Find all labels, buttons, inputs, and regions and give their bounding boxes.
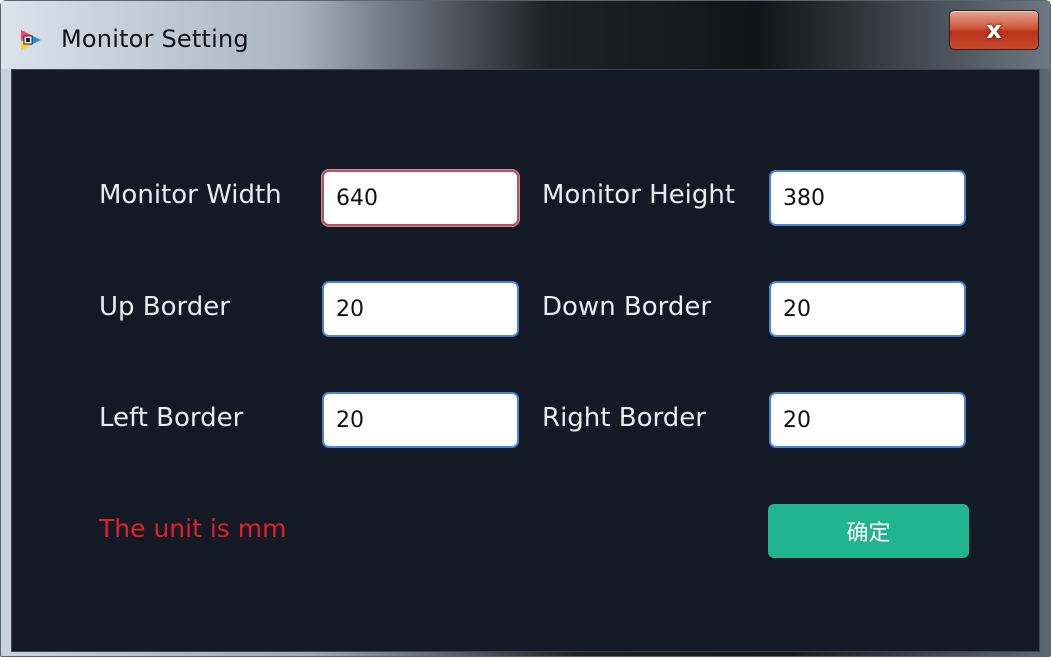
up-border-label: Up Border xyxy=(99,292,230,322)
monitor-height-label: Monitor Height xyxy=(542,180,736,210)
close-icon: x xyxy=(986,16,1002,44)
app-logo-icon xyxy=(21,30,41,50)
left-border-label: Left Border xyxy=(99,403,244,433)
close-button[interactable]: x xyxy=(949,10,1039,50)
monitor-setting-window: Monitor Setting x Monitor Width Monitor … xyxy=(0,0,1051,657)
settings-panel: Monitor Width Monitor Height Up Border D… xyxy=(11,69,1040,652)
down-border-input[interactable] xyxy=(769,281,966,337)
monitor-width-input[interactable] xyxy=(322,170,519,226)
title-bar[interactable]: Monitor Setting x xyxy=(1,1,1050,69)
window-title: Monitor Setting xyxy=(61,25,249,53)
up-border-input[interactable] xyxy=(322,281,519,337)
confirm-button[interactable]: 确定 xyxy=(768,504,969,558)
right-border-label: Right Border xyxy=(542,403,706,433)
right-border-input[interactable] xyxy=(769,392,966,448)
monitor-width-label: Monitor Width xyxy=(99,180,282,210)
unit-note: The unit is mm xyxy=(99,514,287,543)
down-border-label: Down Border xyxy=(542,292,712,322)
left-border-input[interactable] xyxy=(322,392,519,448)
monitor-height-input[interactable] xyxy=(769,170,966,226)
